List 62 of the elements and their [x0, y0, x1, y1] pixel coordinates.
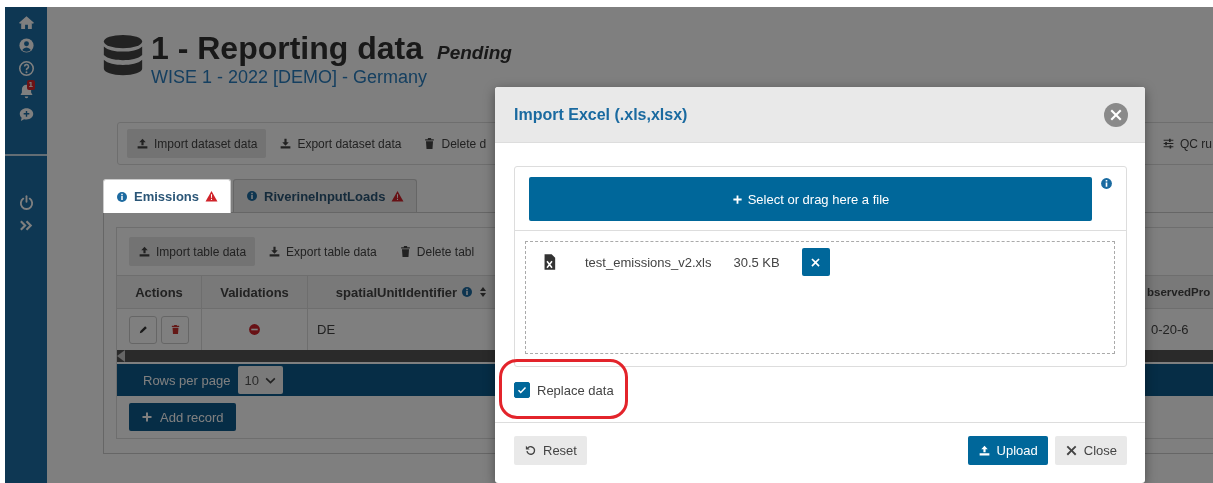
table-cell: DE	[317, 322, 336, 337]
chat-icon[interactable]	[17, 106, 35, 123]
column-header: bservedPro	[1147, 286, 1211, 298]
page-subtitle: WISE 1 - 2022 [DEMO] - Germany	[151, 66, 429, 88]
file-name: test_emissions_v2.xls	[585, 254, 712, 270]
toolbar-button[interactable]: Import table data	[129, 237, 256, 266]
notification-badge: 1	[26, 80, 35, 90]
dialog-title: Import Excel (.xls,xlsx)	[514, 105, 688, 124]
column-header: Actions	[135, 284, 183, 300]
tab[interactable]: RiverineInputLoads	[233, 179, 418, 212]
column-header: Validations	[220, 284, 289, 300]
trash-icon	[423, 137, 437, 150]
toolbar-button[interactable]: Import dataset data	[127, 129, 267, 158]
download-icon	[279, 137, 293, 150]
info-icon	[116, 190, 128, 203]
sliders-icon	[1162, 137, 1175, 150]
reset-button[interactable]: Reset	[514, 436, 587, 465]
check-icon	[516, 384, 528, 396]
info-icon	[246, 190, 259, 202]
status-label: Pending	[437, 42, 512, 64]
column-header: spatialUnitIdentifier	[335, 284, 458, 300]
remove-file-button[interactable]	[801, 248, 830, 276]
close-icon	[1064, 444, 1078, 457]
download-icon	[268, 245, 282, 258]
info-icon	[1100, 177, 1113, 190]
toolbar-button[interactable]: Export dataset data	[270, 129, 411, 158]
close-button[interactable]: Close	[1054, 436, 1127, 465]
edit-button[interactable]	[129, 315, 157, 344]
close-button[interactable]	[1104, 102, 1128, 127]
add-record-button[interactable]: Add record	[129, 403, 236, 431]
upload-icon	[138, 245, 151, 258]
checkbox[interactable]	[514, 382, 530, 398]
table-cell: 0-20-6	[1151, 322, 1189, 337]
toolbar-button[interactable]: Delete tabl	[389, 237, 484, 266]
page-title: 1 - Reporting data	[151, 30, 423, 66]
plus-icon	[141, 411, 153, 423]
upload-icon	[136, 137, 149, 150]
delete-button[interactable]	[161, 315, 189, 344]
reset-icon	[524, 444, 537, 457]
plus-icon	[731, 193, 743, 205]
select-file-button[interactable]: Select or drag here a file	[529, 177, 1092, 221]
toolbar-button[interactable]: Delete d	[414, 129, 496, 158]
rows-per-page-label: Rows per page	[143, 372, 231, 388]
power-icon[interactable]	[17, 194, 35, 211]
home-icon[interactable]	[17, 14, 35, 31]
user-icon[interactable]	[17, 37, 35, 54]
pencil-icon	[137, 324, 149, 335]
help-icon[interactable]	[17, 60, 35, 77]
upload-icon	[977, 444, 991, 457]
tab[interactable]: Emissions	[103, 179, 232, 213]
checkbox-label: Replace data	[537, 382, 614, 398]
toolbar-button[interactable]: Export table data	[259, 237, 386, 266]
toolbar-button[interactable]: QC ru	[1153, 129, 1213, 158]
file-size: 30.5 KB	[733, 254, 780, 270]
close-icon	[1104, 102, 1128, 127]
trash-icon	[169, 324, 181, 335]
close-icon	[810, 256, 822, 268]
upload-button[interactable]: Upload	[967, 436, 1048, 465]
drop-zone[interactable]: test_emissions_v2.xls 30.5 KB	[525, 241, 1115, 354]
scroll-left-arrow-icon[interactable]	[117, 350, 125, 362]
trash-icon	[398, 245, 412, 258]
rows-per-page-select[interactable]: 10	[238, 366, 283, 394]
